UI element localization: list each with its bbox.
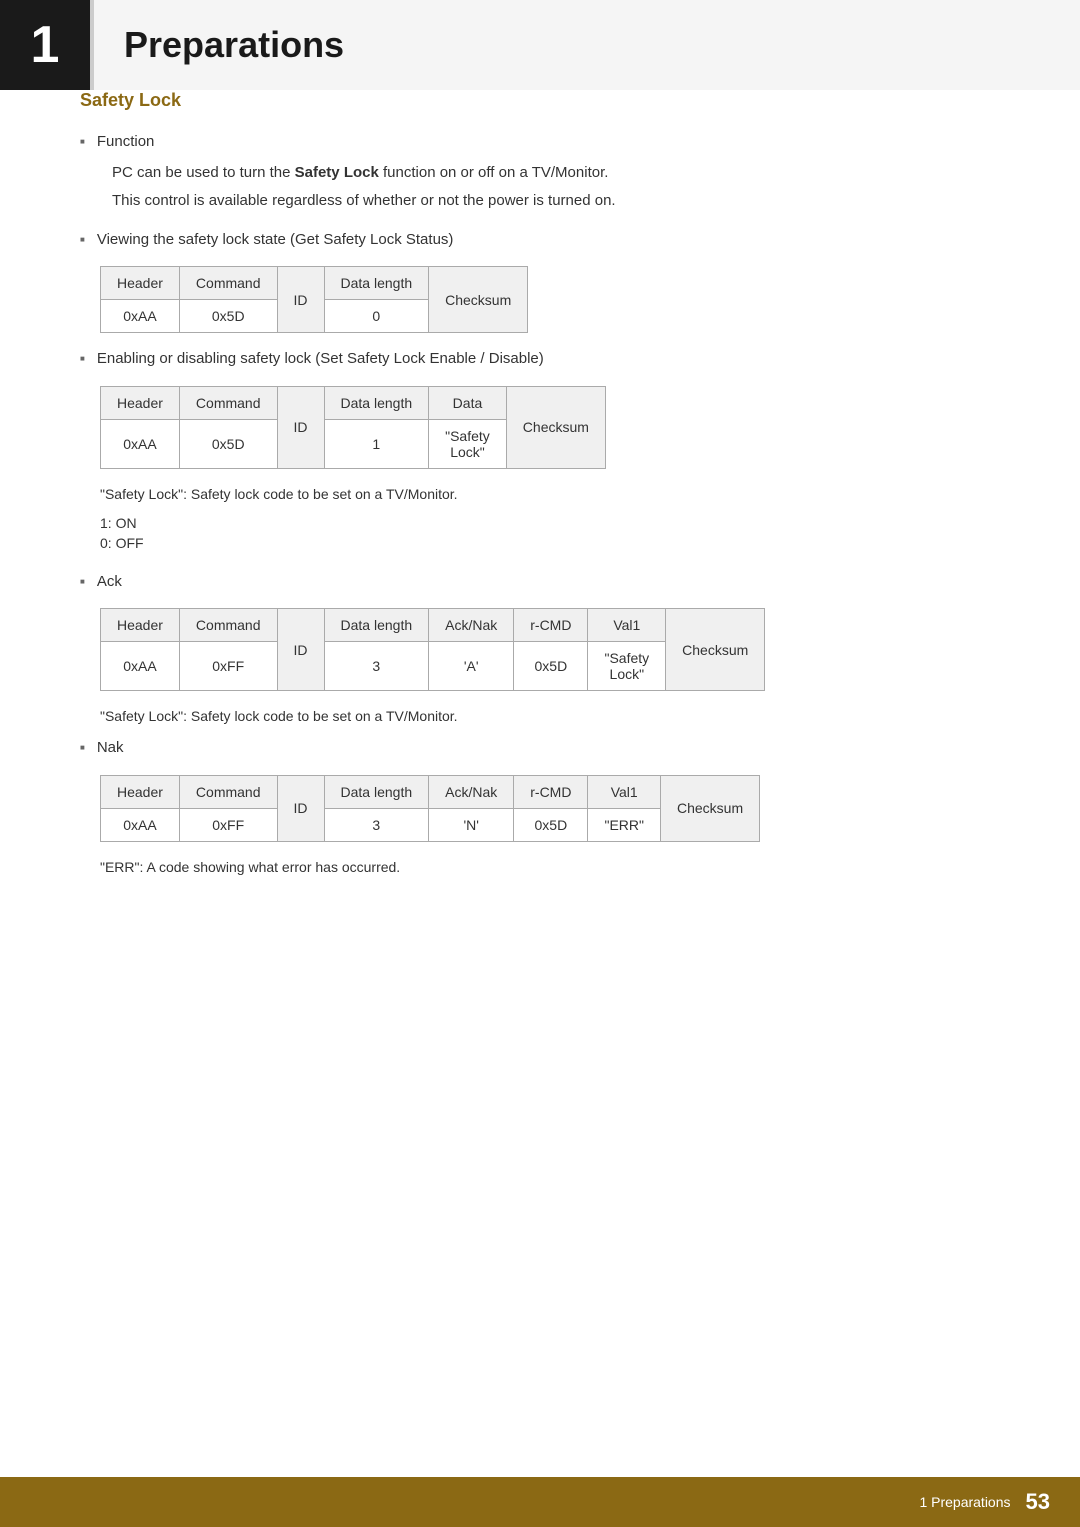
td-0x5d-ack: 0x5D: [514, 642, 588, 691]
bullet-dot-2: ■: [80, 235, 85, 244]
th-val1-nak: Val1: [588, 775, 661, 808]
th-command-2: Command: [179, 386, 277, 419]
bullet-ack: ■ Ack: [80, 571, 1000, 594]
bullet-dot-1: ■: [80, 137, 85, 146]
table-ack-container: Header Command ID Data length Ack/Nak r-…: [100, 608, 1000, 691]
bullet-enabling-label: Enabling or disabling safety lock (Set S…: [97, 348, 544, 371]
bullet-function: ■ Function: [80, 131, 1000, 154]
main-content: Safety Lock ■ Function PC can be used to…: [0, 90, 1080, 968]
th-header-1: Header: [101, 267, 180, 300]
bullet-nak-label: Nak: [97, 737, 124, 760]
th-acknak-ack: Ack/Nak: [429, 609, 514, 642]
bullet-dot-3: ■: [80, 354, 85, 363]
th-header-2: Header: [101, 386, 180, 419]
th-id-nak: ID: [277, 775, 324, 841]
note-safety-lock-code-ack: "Safety Lock": Safety lock code to be se…: [100, 706, 1000, 727]
td-a-ack: 'A': [429, 642, 514, 691]
th-checksum-ack: Checksum: [666, 609, 765, 691]
td-0xaa-ack: 0xAA: [101, 642, 180, 691]
th-rcmd-nak: r-CMD: [514, 775, 588, 808]
th-command-nak: Command: [179, 775, 277, 808]
td-safetylock-ack: "SafetyLock": [588, 642, 666, 691]
function-line-1: PC can be used to turn the Safety Lock f…: [112, 162, 1000, 185]
th-id-ack: ID: [277, 609, 324, 691]
bullet-ack-label: Ack: [97, 571, 122, 594]
note-off: 0: OFF: [100, 535, 1000, 551]
th-header-ack: Header: [101, 609, 180, 642]
td-n-nak: 'N': [429, 808, 514, 841]
td-0xff-nak: 0xFF: [179, 808, 277, 841]
td-err-nak: "ERR": [588, 808, 661, 841]
chapter-title-box: Preparations: [90, 0, 1080, 90]
th-header-nak: Header: [101, 775, 180, 808]
bullet-viewing: ■ Viewing the safety lock state (Get Saf…: [80, 229, 1000, 252]
td-1-2: 1: [324, 419, 429, 468]
th-rcmd-ack: r-CMD: [514, 609, 588, 642]
table-viewing-container: Header Command ID Data length Checksum 0…: [100, 266, 1000, 333]
chapter-number: 1: [31, 15, 60, 75]
th-id-1: ID: [277, 267, 324, 333]
chapter-title: Preparations: [124, 24, 344, 66]
th-command-ack: Command: [179, 609, 277, 642]
td-0xff-ack: 0xFF: [179, 642, 277, 691]
td-safetylock-2: "SafetyLock": [429, 419, 507, 468]
td-0xaa-1: 0xAA: [101, 300, 180, 333]
td-0x5d-nak: 0x5D: [514, 808, 588, 841]
chapter-number-box: 1: [0, 0, 90, 90]
table-enabling: Header Command ID Data length Data Check…: [100, 386, 606, 469]
th-checksum-2: Checksum: [506, 386, 605, 468]
bullet-dot-4: ■: [80, 577, 85, 586]
th-command-1: Command: [179, 267, 277, 300]
table-nak-container: Header Command ID Data length Ack/Nak r-…: [100, 775, 1000, 842]
td-0x5d-2: 0x5D: [179, 419, 277, 468]
table-viewing: Header Command ID Data length Checksum 0…: [100, 266, 528, 333]
safety-lock-bold: Safety Lock: [295, 164, 379, 181]
th-acknak-nak: Ack/Nak: [429, 775, 514, 808]
table-nak: Header Command ID Data length Ack/Nak r-…: [100, 775, 760, 842]
td-0xaa-nak: 0xAA: [101, 808, 180, 841]
td-0x5d-1: 0x5D: [179, 300, 277, 333]
th-datalength-nak: Data length: [324, 775, 429, 808]
section-title: Safety Lock: [80, 90, 1000, 111]
td-3-ack: 3: [324, 642, 429, 691]
bullet-dot-5: ■: [80, 743, 85, 752]
footer-page-number: 53: [1026, 1489, 1050, 1515]
th-val1-ack: Val1: [588, 609, 666, 642]
bullet-function-label: Function: [97, 131, 155, 154]
bullet-viewing-label: Viewing the safety lock state (Get Safet…: [97, 229, 454, 252]
function-line-2: This control is available regardless of …: [112, 190, 1000, 213]
th-datalength-2: Data length: [324, 386, 429, 419]
bullet-nak: ■ Nak: [80, 737, 1000, 760]
td-0xaa-2: 0xAA: [101, 419, 180, 468]
th-checksum-1: Checksum: [429, 267, 528, 333]
table-enabling-container: Header Command ID Data length Data Check…: [100, 386, 1000, 469]
footer-section-label: 1 Preparations: [919, 1494, 1010, 1510]
th-datalength-1: Data length: [324, 267, 429, 300]
bullet-enabling: ■ Enabling or disabling safety lock (Set…: [80, 348, 1000, 371]
note-err: "ERR": A code showing what error has occ…: [100, 857, 1000, 878]
td-3-nak: 3: [324, 808, 429, 841]
th-data-2: Data: [429, 386, 507, 419]
note-safety-lock-code: "Safety Lock": Safety lock code to be se…: [100, 484, 1000, 505]
th-id-2: ID: [277, 386, 324, 468]
td-0-1: 0: [324, 300, 429, 333]
page-footer: 1 Preparations 53: [0, 1477, 1080, 1527]
note-on: 1: ON: [100, 515, 1000, 531]
table-ack: Header Command ID Data length Ack/Nak r-…: [100, 608, 765, 691]
th-datalength-ack: Data length: [324, 609, 429, 642]
th-checksum-nak: Checksum: [660, 775, 759, 841]
